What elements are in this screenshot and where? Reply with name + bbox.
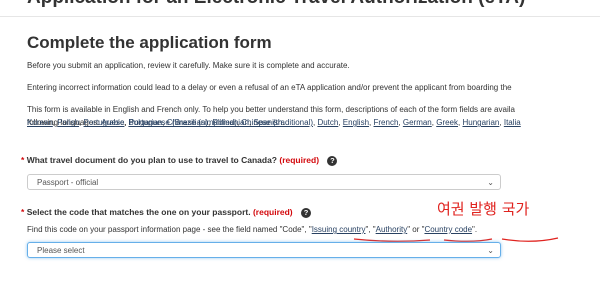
- page-header-title: Application for an Electronic Travel Aut…: [27, 0, 525, 9]
- hint-prefix: Find this code on your passport informat…: [27, 225, 312, 234]
- language-link[interactable]: Hungarian: [462, 118, 499, 127]
- required-star: *: [21, 155, 25, 165]
- handwritten-annotation: 여권 발행 국가: [437, 200, 530, 218]
- intro-languages-text: This form is available in English and Fr…: [27, 103, 515, 116]
- language-link[interactable]: Dutch: [317, 118, 338, 127]
- question-circle-icon[interactable]: ?: [301, 207, 311, 218]
- required-star: *: [21, 207, 25, 217]
- intro-review-text: Before you submit an application, review…: [27, 61, 350, 70]
- language-link[interactable]: Polish: [57, 118, 79, 127]
- passport-code-placeholder: Please select: [37, 246, 85, 255]
- question-circle-icon[interactable]: ?: [327, 155, 338, 166]
- language-separator: .: [282, 118, 285, 127]
- passport-code-select[interactable]: Please select ⌄: [27, 242, 501, 258]
- chevron-down-icon: ⌄: [487, 246, 494, 255]
- passport-code-hint: Find this code on your passport informat…: [27, 224, 477, 236]
- term-authority: Authority: [375, 225, 408, 234]
- passport-code-label: * Select the code that matches the one o…: [21, 205, 311, 219]
- header-divider: [0, 16, 600, 17]
- travel-document-label: * What travel document do you plan to us…: [21, 153, 338, 167]
- language-link[interactable]: English: [343, 118, 369, 127]
- term-issuing-country: Issuing country: [311, 225, 366, 234]
- hint-mid-1: ", ": [365, 225, 376, 234]
- language-link[interactable]: Romanian: [212, 118, 248, 127]
- intro-warning-text: Entering incorrect information could lea…: [27, 83, 512, 92]
- required-marker: (required): [279, 155, 320, 165]
- term-country-code: Country code: [424, 225, 473, 234]
- language-link[interactable]: Korean: [27, 118, 53, 127]
- chevron-down-icon: ⌄: [487, 178, 494, 187]
- intro-languages-sentence: This form is available in English and Fr…: [27, 105, 515, 114]
- hint-suffix: ".: [472, 225, 478, 234]
- languages-line-2: Korean, Polish, Portuguese, Portuguese (…: [27, 116, 285, 129]
- passport-code-question: Select the code that matches the one on …: [26, 207, 251, 217]
- language-link[interactable]: Portuguese (Brazilian): [129, 118, 208, 127]
- language-link[interactable]: German: [403, 118, 432, 127]
- travel-document-select[interactable]: Passport - official ⌄: [27, 174, 501, 190]
- language-link[interactable]: Spanish: [253, 118, 282, 127]
- form-title: Complete the application form: [27, 33, 272, 52]
- language-link[interactable]: Italia: [504, 118, 521, 127]
- travel-document-selected-value: Passport - official: [37, 178, 99, 187]
- travel-document-question: What travel document do you plan to use …: [26, 155, 277, 165]
- language-link[interactable]: French: [374, 118, 399, 127]
- language-link[interactable]: Portuguese: [84, 118, 125, 127]
- hint-mid-2: " or ": [407, 225, 425, 234]
- required-marker: (required): [252, 207, 293, 217]
- language-link[interactable]: Greek: [436, 118, 458, 127]
